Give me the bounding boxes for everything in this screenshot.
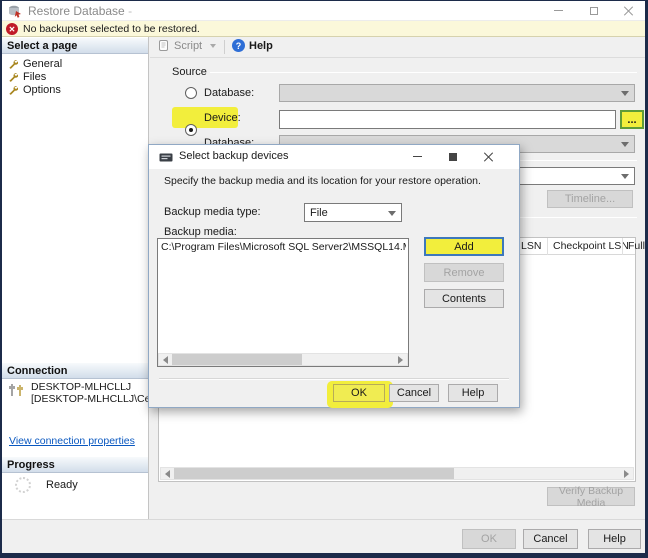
list-horizontal-scrollbar[interactable] — [158, 353, 408, 366]
media-type-dropdown[interactable]: File — [304, 203, 402, 222]
scroll-left-icon[interactable] — [165, 469, 170, 478]
warning-bar: ✕ No backupset selected to be restored. — [2, 21, 645, 37]
verify-backup-media-button[interactable]: Verify Backup Media — [547, 485, 635, 509]
device-path-input[interactable] — [279, 110, 616, 129]
close-icon — [484, 152, 494, 162]
progress-header: Progress — [2, 456, 148, 473]
source-legend: Source — [172, 66, 207, 78]
close-button[interactable] — [613, 1, 645, 20]
script-label: Script — [174, 39, 203, 52]
timeline-button[interactable]: Timeline... — [547, 190, 633, 208]
contents-button[interactable]: Contents — [424, 289, 504, 308]
help-label: Help — [249, 39, 273, 52]
help-button[interactable]: ? Help — [232, 39, 273, 52]
progress-status: Ready — [46, 479, 78, 491]
wrench-icon — [9, 60, 18, 69]
remove-button[interactable]: Remove — [424, 263, 504, 282]
sidebar-item-general[interactable]: General — [8, 58, 62, 70]
dialog-footer-divider — [159, 378, 509, 380]
scrollbar-thumb[interactable] — [172, 354, 302, 365]
restore-database-window: Restore Database - ✕ No backupset select… — [0, 0, 648, 558]
sidebar: Select a page General Files Options Conn… — [2, 37, 164, 519]
minimize-icon — [553, 10, 563, 11]
script-icon — [159, 40, 168, 51]
dialog-description: Specify the backup media and its locatio… — [164, 175, 481, 187]
media-type-value: File — [310, 207, 328, 219]
source-device-radio[interactable] — [185, 124, 197, 136]
view-connection-properties-link[interactable]: View connection properties — [9, 435, 135, 447]
sidebar-item-label: Files — [23, 71, 47, 83]
source-database-radio[interactable] — [185, 87, 197, 99]
dialog-title-bar: Select backup devices — [149, 145, 519, 169]
error-icon: ✕ — [6, 23, 18, 35]
add-button[interactable]: Add — [424, 237, 504, 256]
sidebar-item-label: Options — [23, 84, 61, 96]
grid-header-checkpoint-lsn[interactable]: Checkpoint LSN — [553, 240, 629, 252]
window-title: Restore Database — [28, 4, 125, 18]
browse-devices-button[interactable]: ... — [620, 110, 644, 129]
connection-header: Connection — [2, 362, 148, 379]
grid-header-separator — [547, 238, 548, 255]
grid-header-separator — [622, 238, 623, 255]
maximize-icon — [590, 6, 598, 15]
scrollbar-thumb[interactable] — [174, 468, 454, 479]
grid-header-full-lsn[interactable]: Full LS — [628, 240, 645, 252]
minimize-icon — [412, 156, 422, 157]
toolbar-separator — [224, 40, 225, 54]
backup-media-listbox[interactable]: C:\Program Files\Microsoft SQL Server2\M… — [157, 238, 409, 367]
sidebar-item-label: General — [23, 58, 63, 70]
wrench-icon — [9, 86, 18, 95]
dialog-ok-button[interactable]: OK — [333, 384, 385, 402]
media-type-label: Backup media type: — [164, 206, 261, 218]
minimize-button[interactable] — [542, 1, 574, 20]
footer-bar: OK Cancel Help — [2, 519, 645, 553]
dialog-close-button[interactable] — [473, 147, 505, 166]
toolbar: Script ? Help — [150, 37, 645, 58]
dialog-title: Select backup devices — [179, 150, 289, 162]
media-list-label: Backup media: — [164, 226, 237, 238]
dialog-cancel-button[interactable]: Cancel — [389, 384, 439, 402]
app-icon — [9, 5, 21, 18]
select-a-page-header: Select a page — [2, 37, 148, 54]
grid-horizontal-scrollbar[interactable] — [160, 467, 634, 480]
connection-user: [DESKTOP-MLHCLLJ\Celal] — [31, 393, 164, 405]
chevron-down-icon — [621, 91, 629, 96]
dialog-help-button[interactable]: Help — [448, 384, 498, 402]
window-title-suffix: - — [128, 4, 133, 18]
sidebar-item-options[interactable]: Options — [8, 84, 61, 96]
dialog-maximize-button[interactable] — [437, 147, 469, 166]
backup-device-icon — [159, 153, 173, 162]
ok-button[interactable]: OK — [462, 529, 516, 549]
title-bar: Restore Database - — [2, 1, 645, 21]
select-backup-devices-dialog: Select backup devices Specify the backup… — [148, 144, 520, 408]
source-group-line — [210, 72, 637, 73]
dialog-minimize-button[interactable] — [401, 147, 433, 166]
grid-header-lsn[interactable]: LSN — [521, 240, 541, 252]
progress-spinner-icon — [15, 477, 31, 493]
scroll-right-icon[interactable] — [624, 469, 629, 478]
chevron-down-icon — [621, 142, 629, 147]
cancel-button[interactable]: Cancel — [523, 529, 578, 549]
source-device-radio-label[interactable]: Device: — [204, 112, 241, 124]
connection-icon — [9, 384, 23, 396]
connection-server: DESKTOP-MLHCLLJ — [31, 381, 132, 393]
source-database-radio-label[interactable]: Database: — [204, 87, 254, 99]
warning-text: No backupset selected to be restored. — [23, 23, 200, 35]
sidebar-item-files[interactable]: Files — [8, 71, 46, 83]
help-button-footer[interactable]: Help — [588, 529, 641, 549]
script-button[interactable]: Script — [158, 39, 217, 52]
chevron-down-icon — [388, 210, 396, 216]
wrench-icon — [9, 73, 18, 82]
maximize-icon — [449, 152, 457, 161]
scroll-left-icon[interactable] — [163, 355, 168, 364]
media-list-item[interactable]: C:\Program Files\Microsoft SQL Server2\M… — [158, 239, 406, 253]
script-dropdown-caret[interactable] — [210, 43, 217, 48]
scroll-right-icon[interactable] — [398, 355, 403, 364]
help-icon: ? — [232, 39, 245, 52]
close-icon — [624, 6, 634, 16]
source-database-dropdown[interactable] — [279, 84, 635, 102]
maximize-button[interactable] — [578, 1, 610, 20]
chevron-down-icon — [621, 174, 629, 179]
